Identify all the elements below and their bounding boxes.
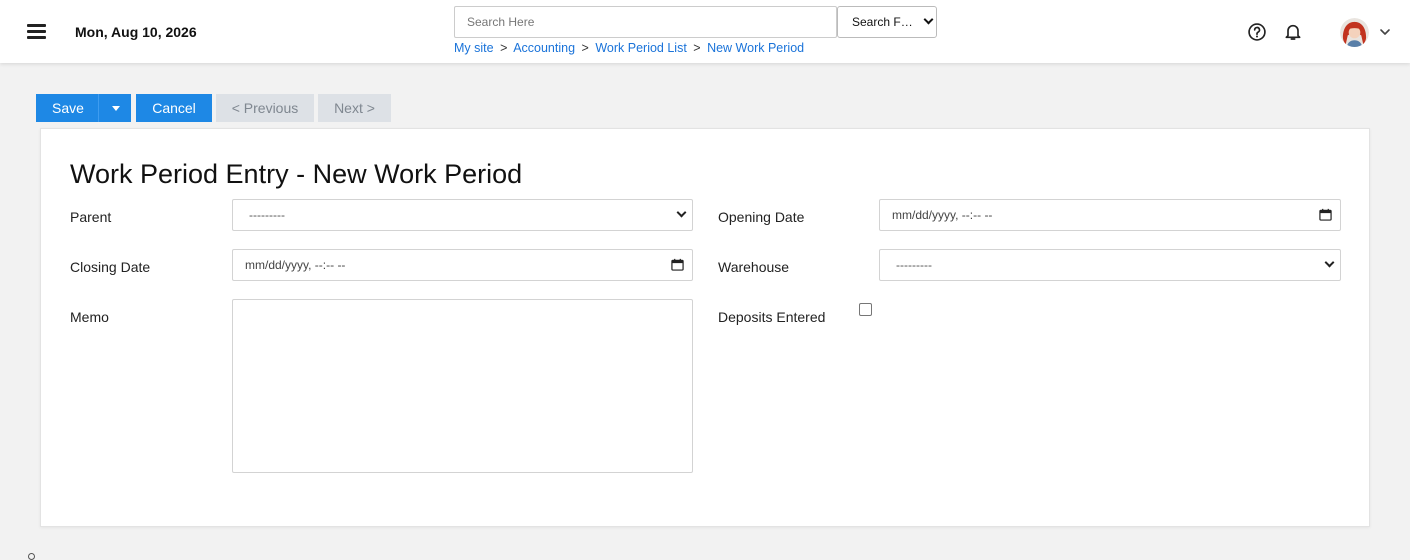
memo-textarea[interactable] <box>232 299 693 473</box>
hamburger-menu-icon[interactable] <box>27 24 46 39</box>
closing-date-label: Closing Date <box>70 259 151 275</box>
chevron-down-icon <box>923 14 934 25</box>
calendar-icon[interactable] <box>671 258 684 271</box>
deposits-entered-checkbox[interactable] <box>859 303 872 316</box>
calendar-icon[interactable] <box>1319 208 1332 221</box>
breadcrumb-work-period-list[interactable]: Work Period List <box>595 41 686 55</box>
work-period-form-card: Work Period Entry - New Work Period Pare… <box>40 128 1370 527</box>
breadcrumb-separator: > <box>581 41 589 55</box>
chevron-down-icon[interactable] <box>1378 25 1392 39</box>
warehouse-select-value: --------- <box>896 258 932 272</box>
save-button[interactable]: Save <box>36 94 98 122</box>
parent-select-value: --------- <box>249 208 285 222</box>
save-options-dropdown-button[interactable] <box>98 94 131 122</box>
opening-date-input[interactable]: mm/dd/yyyy, --:-- -- <box>879 199 1341 231</box>
breadcrumb-new-work-period[interactable]: New Work Period <box>707 41 804 55</box>
chevron-down-icon <box>676 207 687 218</box>
avatar[interactable] <box>1340 18 1369 47</box>
chevron-down-icon <box>1324 257 1335 268</box>
breadcrumb-separator: > <box>500 41 508 55</box>
breadcrumb-accounting[interactable]: Accounting <box>513 41 575 55</box>
breadcrumb-separator: > <box>693 41 701 55</box>
warehouse-select[interactable]: --------- <box>879 249 1341 281</box>
previous-button[interactable]: < Previous <box>216 94 314 122</box>
page-title: Work Period Entry - New Work Period <box>70 159 523 189</box>
search-for-selected-value: Search For... <box>852 15 921 29</box>
parent-label: Parent <box>70 209 112 225</box>
deposits-entered-label: Deposits Entered <box>718 309 826 325</box>
caret-down-icon <box>112 106 120 111</box>
closing-date-input[interactable]: mm/dd/yyyy, --:-- -- <box>232 249 693 281</box>
search-input[interactable] <box>454 6 837 38</box>
opening-date-value: mm/dd/yyyy, --:-- -- <box>892 208 993 222</box>
current-date: Mon, Aug 10, 2026 <box>75 24 197 40</box>
cancel-button[interactable]: Cancel <box>136 94 212 122</box>
opening-date-label: Opening Date <box>718 209 805 225</box>
top-navigation-bar: Mon, Aug 10, 2026 Search For... My site … <box>0 0 1410 63</box>
closing-date-value: mm/dd/yyyy, --:-- -- <box>245 258 346 272</box>
breadcrumb-my-site[interactable]: My site <box>454 41 494 55</box>
memo-label: Memo <box>70 309 109 325</box>
help-circle-icon[interactable] <box>1247 22 1267 42</box>
next-button[interactable]: Next > <box>318 94 391 122</box>
footer-partial-glyph <box>28 553 35 560</box>
parent-select[interactable]: --------- <box>232 199 693 231</box>
search-for-select[interactable]: Search For... <box>837 6 937 38</box>
breadcrumb: My site > Accounting > Work Period List … <box>454 41 804 55</box>
warehouse-label: Warehouse <box>718 259 790 275</box>
bell-icon[interactable] <box>1283 21 1303 42</box>
